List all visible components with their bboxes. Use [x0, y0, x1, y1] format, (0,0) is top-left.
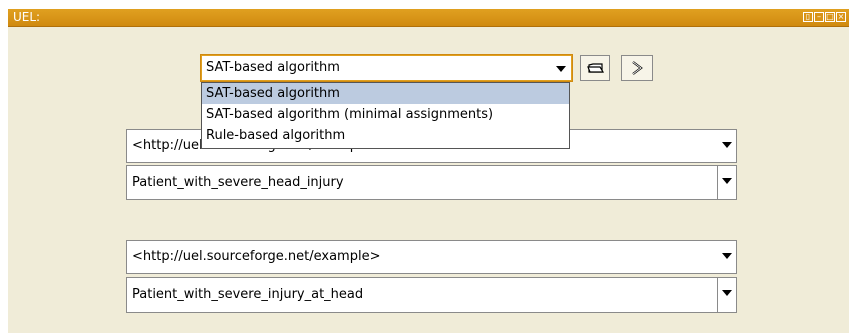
concept-select-1-value: Patient_with_severe_head_injury	[132, 175, 344, 190]
chevron-down-icon[interactable]	[718, 130, 736, 162]
open-button[interactable]	[580, 55, 610, 81]
concept-select-2-value: Patient_with_severe_injury_at_head	[132, 287, 364, 302]
algorithm-select-value: SAT-based algorithm	[206, 60, 340, 75]
dropdown-option[interactable]: SAT-based algorithm (minimal assignments…	[202, 104, 569, 125]
ontology-select-2-value: <http://uel.sourceforge.net/example>	[132, 249, 381, 264]
concept-select-1[interactable]: Patient_with_severe_head_injury	[126, 165, 737, 200]
chevron-down-icon[interactable]	[553, 56, 569, 80]
title-bar[interactable]: UEL: ▯ – □ ×	[8, 9, 849, 27]
chevron-down-icon[interactable]	[717, 166, 736, 199]
minimize-icon[interactable]: –	[814, 12, 824, 22]
window-controls: ▯ – □ ×	[803, 12, 846, 22]
maximize-icon[interactable]: □	[825, 12, 835, 22]
algorithm-dropdown-list: SAT-based algorithm SAT-based algorithm …	[201, 82, 570, 149]
dropdown-option[interactable]: SAT-based algorithm	[202, 83, 569, 104]
chevron-down-icon[interactable]	[718, 241, 736, 273]
chevron-right-icon	[632, 61, 643, 75]
dropdown-option[interactable]: Rule-based algorithm	[202, 125, 569, 146]
chevron-down-icon[interactable]	[717, 278, 736, 312]
algorithm-select[interactable]: SAT-based algorithm	[200, 54, 573, 82]
folder-icon	[587, 63, 605, 73]
close-icon[interactable]: ×	[836, 12, 846, 22]
run-button[interactable]	[621, 55, 653, 81]
uel-window: UEL: ▯ – □ × <http://uel.sourceforge.net…	[0, 0, 849, 333]
concept-select-2[interactable]: Patient_with_severe_injury_at_head	[126, 277, 737, 313]
tile-icon[interactable]: ▯	[803, 12, 813, 22]
ontology-select-2[interactable]: <http://uel.sourceforge.net/example>	[126, 240, 737, 274]
window-title: UEL:	[13, 10, 41, 24]
